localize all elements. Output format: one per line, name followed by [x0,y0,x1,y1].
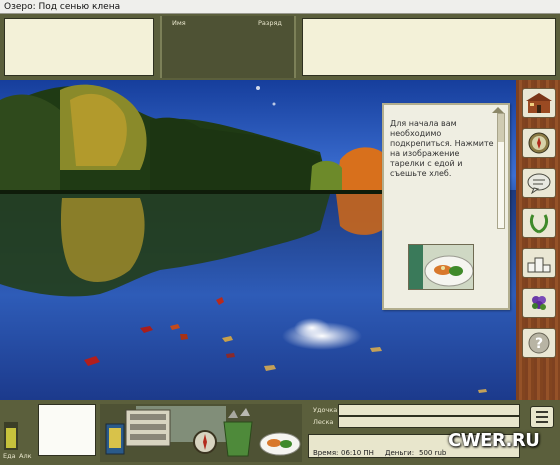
tip-scrollbar-thumb[interactable] [498,114,504,142]
inventory-items [100,404,302,462]
plate-of-food-icon [409,245,473,289]
tip-food-image[interactable] [408,244,474,290]
selected-item-slot[interactable] [38,404,96,456]
chat-bubble-icon [527,173,551,194]
money-value: 500 rub [419,449,447,457]
line-label: Леска [313,418,334,426]
right-sidebar: ? [516,80,560,400]
house-icon [526,93,552,113]
plate-of-food-icon[interactable] [259,432,301,456]
window-title-bar: Озеро: Под сенью клена [0,0,560,14]
tip-text: Для начала вам необходимо подкрепиться. … [390,119,494,178]
food-gauge [4,422,18,450]
column-header-name: Имя [172,19,186,27]
column-header-rank: Разряд [258,19,282,27]
window-title: Озеро: Под сенью клена [4,2,121,12]
inventory-strip [100,404,302,462]
time-label: Время: [313,449,339,457]
rod-field[interactable] [338,404,520,416]
line-field[interactable] [338,416,520,428]
tackle-box-icon[interactable] [105,423,125,455]
food-gauge-fill [6,428,16,448]
podium-icon [527,257,551,273]
time-value: 06:10 ПН [341,449,374,457]
market-button[interactable] [522,288,556,318]
help-icon: ? [528,332,550,354]
svg-text:?: ? [535,336,543,352]
compass-item-icon[interactable] [193,430,217,454]
chat-button[interactable] [522,168,556,198]
tip-scrollbar[interactable] [497,113,505,229]
laurel-wreath-icon [529,214,549,234]
home-button[interactable] [522,88,556,118]
tip-panel: Для начала вам необходимо подкрепиться. … [382,103,510,310]
ratings-button[interactable] [522,248,556,278]
compass-icon [528,132,550,154]
alcohol-label: Алк [19,452,32,460]
menu-button[interactable] [530,406,554,428]
map-button[interactable] [522,128,556,158]
menu-icon [536,411,548,423]
player-list-panel[interactable]: Имя Разряд [160,16,296,78]
food-label: Еда [3,452,16,460]
watermark-logo: CWER.RU [448,430,540,451]
bait-box-icon[interactable] [125,409,171,447]
money-label: Деньги: [385,449,415,457]
rod-label: Удочка [313,406,338,414]
top-left-panel [4,18,154,76]
top-right-panel [302,18,556,76]
grapes-icon [532,296,546,310]
achievements-button[interactable] [522,208,556,238]
help-button[interactable]: ? [522,328,556,358]
top-panel: Имя Разряд [0,14,560,80]
